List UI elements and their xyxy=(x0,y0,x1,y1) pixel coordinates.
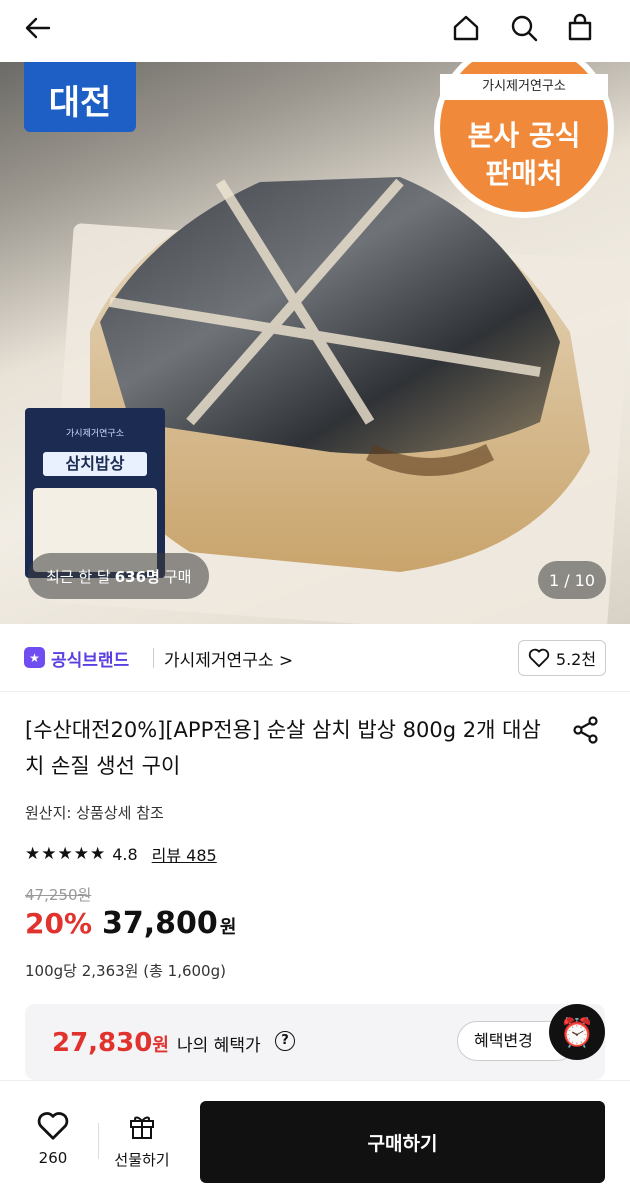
rating-row: ★★★★★ 4.8 리뷰 485 xyxy=(25,842,217,866)
price-row: 20% 37,800 원 xyxy=(25,906,236,941)
gift-button[interactable]: 선물하기 xyxy=(108,1111,176,1170)
benefit-box: 27,830원 나의 혜택가 ? 혜택변경 xyxy=(25,1004,605,1080)
badge-line2: 판매처 xyxy=(485,157,563,190)
rating-value: 4.8 xyxy=(112,844,138,864)
product-image-carousel[interactable]: 대전 가시제거연구소 본사 공식 판매처 가시제거연구소 삼치밥상 최근 한 달… xyxy=(0,62,630,624)
gift-label: 선물하기 xyxy=(114,1151,170,1169)
brand-divider xyxy=(153,648,154,668)
recent-purchase-pill: 최근 한 달 636명 구매 xyxy=(28,553,210,599)
wishlist-count: 260 xyxy=(38,1149,68,1167)
unit-price: 100g당 2,363원 (총 1,600g) xyxy=(25,962,226,980)
official-brand-star-icon: ★ xyxy=(24,647,45,668)
product-title: [수산대전20%][APP전용] 순살 삼치 밥상 800g 2개 대삼치 손질… xyxy=(25,718,541,778)
review-link[interactable]: 리뷰 485 xyxy=(152,842,217,866)
price-currency: 원 xyxy=(219,917,237,938)
origin-text: 원산지: 상품상세 참조 xyxy=(25,804,164,822)
star-rating-icon: ★★★★★ xyxy=(25,844,107,864)
back-arrow-icon[interactable] xyxy=(16,6,60,50)
brand-row: ★ 공식브랜드 가시제거연구소 > 5.2천 xyxy=(0,624,630,692)
benefit-label: 나의 혜택가 xyxy=(177,1036,261,1056)
buy-button[interactable]: 구매하기 xyxy=(200,1101,605,1183)
help-icon[interactable]: ? xyxy=(275,1031,295,1051)
discount-rate: 20% xyxy=(25,907,93,940)
package-brand: 가시제거연구소 xyxy=(66,429,124,439)
recent-count: 636명 xyxy=(114,567,160,586)
benefit-price: 27,830원 xyxy=(52,1028,169,1058)
sale-price: 37,800 xyxy=(102,906,218,941)
shopping-bag-icon[interactable] xyxy=(558,6,602,50)
wishlist-button[interactable]: 260 xyxy=(30,1111,76,1167)
heart-icon xyxy=(528,648,550,668)
alarm-clock-icon[interactable]: ⏰ xyxy=(549,1004,605,1060)
benefit-price-currency: 원 xyxy=(152,1035,169,1056)
brand-link[interactable]: 가시제거연구소 > xyxy=(164,646,293,671)
package-title: 삼치밥상 xyxy=(43,452,147,476)
badge-line1: 본사 공식 xyxy=(467,119,581,152)
badge-brand-text: 가시제거연구소 xyxy=(440,74,608,100)
like-button[interactable]: 5.2천 xyxy=(518,640,606,676)
recent-suffix: 구매 xyxy=(163,567,192,586)
gift-icon xyxy=(130,1116,154,1139)
bottom-action-bar: 260 선물하기 구매하기 xyxy=(0,1080,630,1200)
event-badge: 대전 xyxy=(24,62,136,132)
search-icon[interactable] xyxy=(502,6,546,50)
recent-prefix: 최근 한 달 xyxy=(46,567,111,586)
official-brand-label: 공식브랜드 xyxy=(51,651,130,671)
like-count: 5.2천 xyxy=(555,650,597,669)
original-price: 47,250원 xyxy=(25,886,92,904)
heart-icon xyxy=(37,1112,69,1140)
share-icon[interactable] xyxy=(566,712,606,748)
home-icon[interactable] xyxy=(444,6,488,50)
image-pager: 1 / 10 xyxy=(538,561,606,599)
benefit-price-value: 27,830 xyxy=(52,1028,153,1058)
bottom-divider xyxy=(98,1123,99,1159)
top-navigation-bar xyxy=(0,0,630,62)
